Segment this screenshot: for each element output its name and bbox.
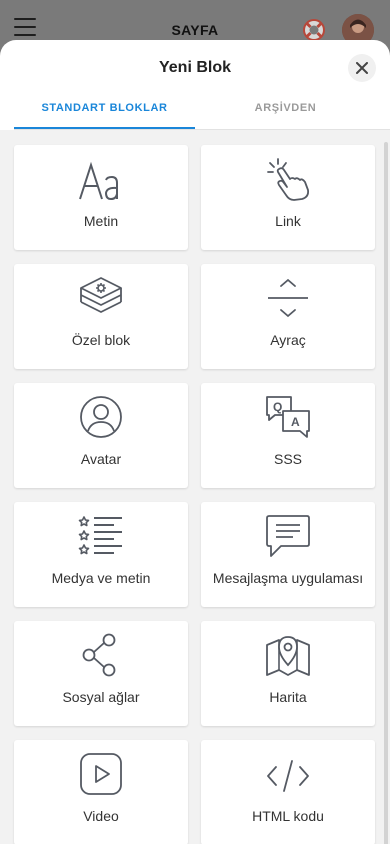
block-label: Video (83, 808, 119, 824)
block-label: Mesajlaşma uygulaması (212, 570, 364, 586)
block-label: Özel blok (71, 332, 131, 348)
text-icon (79, 161, 118, 201)
block-card-avatar[interactable]: Avatar (14, 383, 188, 488)
share-icon (82, 633, 116, 677)
scrollbar[interactable] (384, 142, 388, 844)
block-label: HTML kodu (252, 808, 324, 824)
messenger-icon (266, 515, 310, 557)
divider-icon (268, 278, 308, 318)
faq-icon: Q A (266, 396, 310, 438)
close-button[interactable] (348, 54, 376, 82)
link-tap-icon (267, 158, 310, 201)
tab-standard-blocks[interactable]: STANDART BLOKLAR (14, 96, 195, 129)
sheet-title: Yeni Blok (158, 59, 232, 76)
map-icon (266, 636, 310, 676)
block-card-link[interactable]: Link (201, 145, 375, 250)
block-label: Medya ve metin (51, 570, 151, 586)
block-card-text[interactable]: Metin (14, 145, 188, 250)
code-icon (267, 760, 309, 792)
block-label: Link (275, 213, 301, 229)
block-card-faq[interactable]: Q A SSS (201, 383, 375, 488)
block-card-custom[interactable]: Özel blok (14, 264, 188, 369)
tab-bar: STANDART BLOKLAR ARŞİVDEN (14, 96, 390, 130)
block-card-messenger[interactable]: Mesajlaşma uygulaması (201, 502, 375, 607)
block-label: Avatar (80, 451, 122, 467)
block-label: Sosyal ağlar (62, 689, 140, 705)
media-text-icon (78, 516, 122, 555)
video-icon (80, 753, 122, 795)
svg-text:Q: Q (273, 400, 282, 414)
block-card-html[interactable]: HTML kodu (201, 740, 375, 844)
block-card-social[interactable]: Sosyal ağlar (14, 621, 188, 726)
block-grid-container: Metin Link Özel blok Ayraç Avatar Q A SS… (0, 130, 390, 844)
sheet-header: Yeni Blok (0, 40, 390, 96)
block-label: Metin (83, 213, 119, 229)
avatar-icon (80, 396, 122, 438)
lifebuoy-icon[interactable] (302, 18, 326, 42)
block-card-video[interactable]: Video (14, 740, 188, 844)
block-label: Ayraç (270, 332, 306, 348)
new-block-sheet: Yeni Blok STANDART BLOKLAR ARŞİVDEN Meti… (0, 40, 390, 844)
tab-archive[interactable]: ARŞİVDEN (195, 96, 376, 129)
block-card-map[interactable]: Harita (201, 621, 375, 726)
svg-text:A: A (291, 415, 300, 429)
block-grid: Metin Link Özel blok Ayraç Avatar Q A SS… (14, 145, 375, 844)
block-card-media-text[interactable]: Medya ve metin (14, 502, 188, 607)
custom-block-icon (80, 277, 122, 313)
block-label: Harita (269, 689, 307, 705)
block-label: SSS (273, 451, 302, 467)
app-title: SAYFA (171, 22, 219, 38)
block-card-divider[interactable]: Ayraç (201, 264, 375, 369)
close-icon (356, 62, 368, 74)
